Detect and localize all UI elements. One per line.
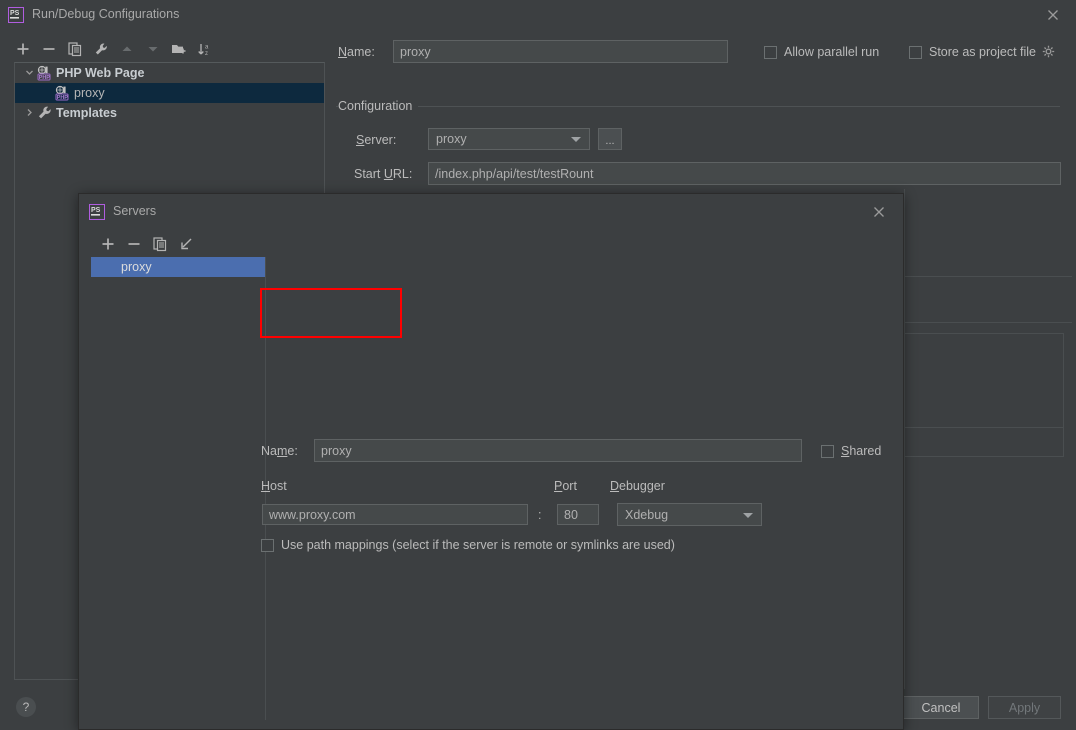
remove-server-button[interactable] xyxy=(121,232,147,256)
configuration-section-title: Configuration xyxy=(338,99,418,113)
debugger-label: Debugger xyxy=(610,479,665,493)
start-url-input[interactable]: /index.php/api/test/testRount xyxy=(428,162,1061,185)
move-down-button[interactable] xyxy=(140,37,166,61)
host-highlight-annotation xyxy=(260,288,402,338)
chevron-down-icon xyxy=(743,513,753,518)
start-url-label: Start URL: xyxy=(354,167,412,181)
store-as-project-file-checkbox[interactable]: Store as project file xyxy=(909,45,1036,59)
background-separator xyxy=(904,276,1072,277)
close-icon[interactable] xyxy=(870,203,888,221)
servers-dialog-title: Servers xyxy=(113,204,156,218)
host-label: Host xyxy=(261,479,287,493)
configurations-toolbar: a z xyxy=(10,36,325,62)
host-input[interactable]: www.proxy.com xyxy=(262,504,528,525)
new-folder-button[interactable] xyxy=(166,37,192,61)
checkbox-box[interactable] xyxy=(821,445,834,458)
edit-templates-button[interactable] xyxy=(88,37,114,61)
php-web-page-icon: PHP xyxy=(55,85,71,101)
tree-item-php-web-page[interactable]: PHP PHP Web Page xyxy=(15,63,324,83)
add-configuration-button[interactable] xyxy=(10,37,36,61)
servers-list[interactable]: proxy xyxy=(91,257,266,720)
main-window-titlebar: PS Run/Debug Configurations xyxy=(0,0,1076,29)
allow-parallel-run-checkbox[interactable]: Allow parallel run xyxy=(764,45,879,59)
chevron-down-icon[interactable] xyxy=(21,68,37,79)
checkbox-box[interactable] xyxy=(909,46,922,59)
checkbox-box[interactable] xyxy=(261,539,274,552)
chevron-right-icon[interactable] xyxy=(21,108,37,119)
servers-dialog: PS Servers xyxy=(78,193,904,730)
checkbox-box[interactable] xyxy=(764,46,777,59)
debugger-select[interactable]: Xdebug xyxy=(617,503,762,526)
port-input[interactable]: 80 xyxy=(557,504,599,525)
use-path-mappings-checkbox[interactable]: Use path mappings (select if the server … xyxy=(261,538,675,552)
port-separator: : xyxy=(538,508,541,522)
apply-button[interactable]: Apply xyxy=(988,696,1061,719)
svg-text:PS: PS xyxy=(10,10,20,17)
svg-text:PHP: PHP xyxy=(39,75,50,81)
background-panel xyxy=(904,333,1064,457)
wrench-icon xyxy=(37,105,53,121)
import-server-button[interactable] xyxy=(173,232,199,256)
shared-label: Shared xyxy=(841,444,881,458)
background-separator xyxy=(904,189,905,689)
svg-text:PS: PS xyxy=(91,207,101,214)
help-button[interactable]: ? xyxy=(16,697,36,717)
server-name-label: Name: xyxy=(261,444,298,458)
store-as-project-file-label: Store as project file xyxy=(929,45,1036,59)
server-name-input[interactable]: proxy xyxy=(314,439,802,462)
copy-configuration-button[interactable] xyxy=(62,37,88,61)
name-input[interactable]: proxy xyxy=(393,40,728,63)
phpstorm-icon: PS xyxy=(8,7,24,23)
port-label: Port xyxy=(554,479,577,493)
php-web-page-icon: PHP xyxy=(37,65,53,81)
cancel-button[interactable]: Cancel xyxy=(903,696,979,719)
debugger-select-value: Xdebug xyxy=(625,508,668,522)
close-icon[interactable] xyxy=(1044,6,1062,24)
shared-checkbox[interactable]: Shared xyxy=(821,444,881,458)
tree-item-label: proxy xyxy=(74,86,105,100)
servers-list-item-label: proxy xyxy=(121,260,152,274)
sort-configurations-button[interactable]: a z xyxy=(192,37,218,61)
use-path-mappings-label: Use path mappings (select if the server … xyxy=(281,538,675,552)
servers-list-item-proxy[interactable]: proxy xyxy=(91,257,265,277)
name-label: Name: xyxy=(338,45,375,59)
remove-configuration-button[interactable] xyxy=(36,37,62,61)
tree-item-label: PHP Web Page xyxy=(56,66,144,80)
svg-text:a: a xyxy=(205,44,209,50)
server-select[interactable]: proxy xyxy=(428,128,590,150)
svg-text:z: z xyxy=(205,51,208,57)
tree-item-proxy[interactable]: PHP proxy xyxy=(15,83,324,103)
background-separator xyxy=(904,427,1064,428)
gear-icon[interactable] xyxy=(1042,45,1056,59)
allow-parallel-run-label: Allow parallel run xyxy=(784,45,879,59)
server-select-value: proxy xyxy=(436,132,467,146)
main-window-title: Run/Debug Configurations xyxy=(32,7,179,21)
move-up-button[interactable] xyxy=(114,37,140,61)
servers-toolbar xyxy=(95,233,245,255)
phpstorm-icon: PS xyxy=(89,204,105,220)
server-label: Server: xyxy=(356,133,396,147)
copy-server-button[interactable] xyxy=(147,232,173,256)
add-server-button[interactable] xyxy=(95,232,121,256)
tree-item-templates[interactable]: Templates xyxy=(15,103,324,123)
background-separator xyxy=(904,322,1072,323)
section-divider xyxy=(336,106,1060,107)
server-browse-button[interactable]: ... xyxy=(598,128,622,150)
svg-text:PHP: PHP xyxy=(57,95,68,101)
tree-item-label: Templates xyxy=(56,106,117,120)
chevron-down-icon xyxy=(571,137,581,142)
